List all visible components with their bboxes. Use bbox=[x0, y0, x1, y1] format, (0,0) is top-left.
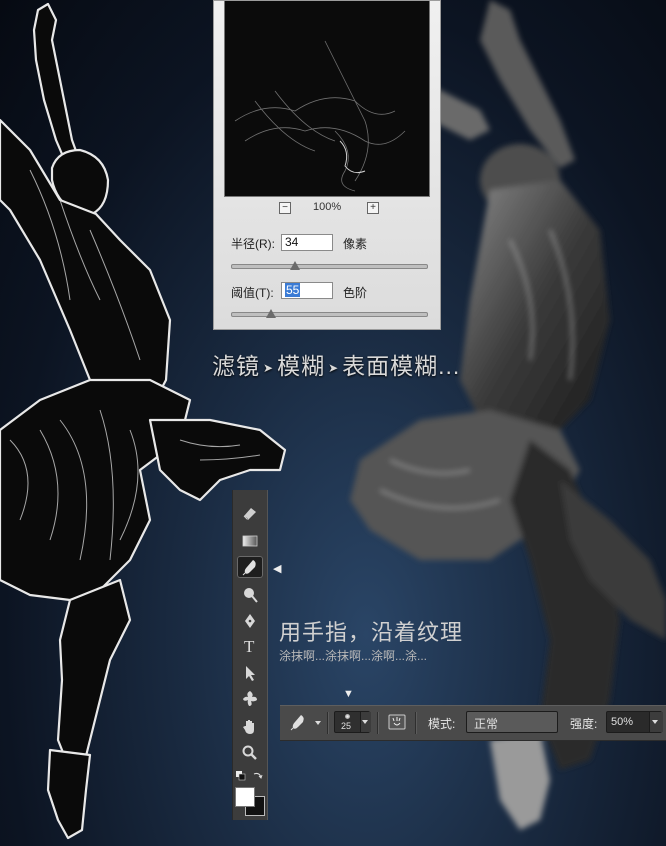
sub-instruction-caption: 涂抹啊...涂抹啊...涂啊...涂... bbox=[279, 649, 428, 663]
active-tool-pointer-icon: ◀ bbox=[273, 563, 282, 575]
menu-step-blur: 模糊 bbox=[277, 353, 326, 379]
strength-value: 50% bbox=[611, 716, 634, 728]
separator bbox=[415, 712, 417, 734]
zoom-tool[interactable] bbox=[237, 742, 263, 764]
menu-path-caption: 滤镜 ➤ 模糊 ➤ 表面模糊... bbox=[212, 347, 460, 381]
brush-size: 25 bbox=[341, 721, 352, 731]
foreground-color-swatch[interactable] bbox=[235, 787, 255, 807]
instruction-caption: 用手指，沿着纹理 bbox=[279, 620, 464, 645]
chevron-down-icon bbox=[362, 720, 368, 724]
tools-panel: ◀ T bbox=[232, 490, 281, 820]
brush-tip-icon bbox=[345, 714, 350, 719]
swap-colors-icon[interactable] bbox=[253, 771, 263, 781]
smudge-tool[interactable] bbox=[237, 556, 263, 578]
brush-panel-icon bbox=[388, 714, 406, 730]
mode-label: 模式: bbox=[428, 717, 456, 731]
zoom-out-button[interactable]: − bbox=[279, 202, 291, 214]
surface-blur-dialog: − 100% + 半径(R): 34 像素 阈值(T): 55 色阶 bbox=[213, 0, 441, 330]
radius-unit: 像素 bbox=[343, 237, 368, 251]
zoom-controls: − 100% + bbox=[214, 201, 442, 216]
mode-select[interactable]: 正常 bbox=[466, 711, 558, 733]
eraser-tool[interactable] bbox=[237, 502, 263, 524]
strength-label: 强度: bbox=[570, 717, 598, 731]
smudge-options-bar: 25 模式: 正常 强度: 50% bbox=[280, 705, 666, 741]
path-select-icon bbox=[246, 666, 255, 681]
hand-tool[interactable] bbox=[237, 716, 263, 738]
brush-preset-picker[interactable]: 25 bbox=[334, 711, 371, 733]
gradient-icon bbox=[242, 535, 258, 547]
brush-panel-toggle[interactable] bbox=[386, 712, 408, 732]
gradient-tool[interactable] bbox=[237, 530, 263, 552]
brush-preset-pointer-icon: ▼ bbox=[343, 688, 354, 700]
custom-shape-icon bbox=[243, 691, 257, 706]
dodge-icon bbox=[244, 588, 258, 603]
custom-shape-tool[interactable] bbox=[237, 688, 263, 710]
type-tool[interactable]: T bbox=[237, 636, 263, 658]
strength-input[interactable]: 50% bbox=[606, 711, 663, 733]
smudge-icon bbox=[242, 560, 256, 576]
threshold-slider-thumb[interactable] bbox=[266, 309, 276, 318]
type-icon: T bbox=[244, 637, 255, 656]
separator bbox=[327, 712, 329, 734]
zoom-icon bbox=[242, 745, 257, 760]
zoom-in-button[interactable]: + bbox=[367, 202, 379, 214]
menu-step-filter: 滤镜 bbox=[212, 353, 260, 379]
filter-preview[interactable] bbox=[224, 1, 430, 197]
radius-slider-thumb[interactable] bbox=[290, 261, 300, 270]
path-select-tool[interactable] bbox=[237, 662, 263, 684]
threshold-slider-track[interactable] bbox=[231, 312, 428, 317]
menu-separator-icon: ➤ bbox=[328, 360, 340, 375]
threshold-label: 阈值(T): bbox=[231, 286, 274, 300]
hand-icon bbox=[243, 720, 254, 734]
dodge-tool[interactable] bbox=[237, 584, 263, 606]
tool-preset-picker[interactable] bbox=[286, 711, 324, 733]
threshold-unit: 色阶 bbox=[343, 286, 368, 300]
default-colors-icon[interactable] bbox=[236, 771, 246, 781]
pen-icon bbox=[245, 614, 255, 628]
smudge-icon bbox=[290, 715, 304, 731]
menu-step-surface-blur: 表面模糊... bbox=[342, 353, 461, 379]
menu-separator-icon: ➤ bbox=[263, 360, 275, 375]
radius-input[interactable]: 34 bbox=[281, 234, 333, 251]
radius-label: 半径(R): bbox=[231, 237, 275, 251]
mode-value: 正常 bbox=[474, 717, 499, 731]
pen-tool[interactable] bbox=[237, 610, 263, 632]
chevron-down-icon bbox=[315, 721, 321, 725]
eraser-icon bbox=[243, 508, 256, 520]
radius-slider-track[interactable] bbox=[231, 264, 428, 269]
threshold-input[interactable]: 55 bbox=[281, 282, 333, 299]
zoom-value: 100% bbox=[313, 201, 342, 213]
preview-image bbox=[234, 40, 406, 192]
chevron-down-icon bbox=[652, 720, 658, 724]
separator bbox=[377, 712, 379, 734]
